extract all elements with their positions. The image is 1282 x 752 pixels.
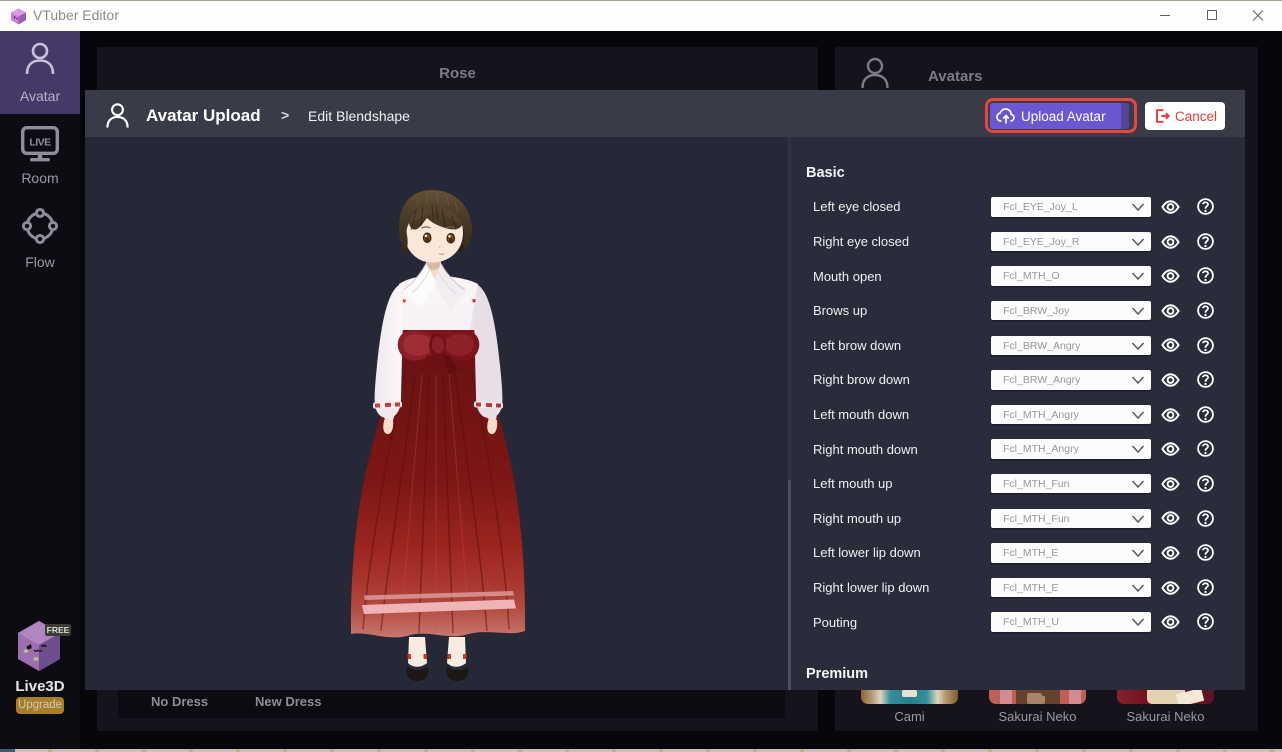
svg-text:LIVE: LIVE <box>29 137 51 149</box>
